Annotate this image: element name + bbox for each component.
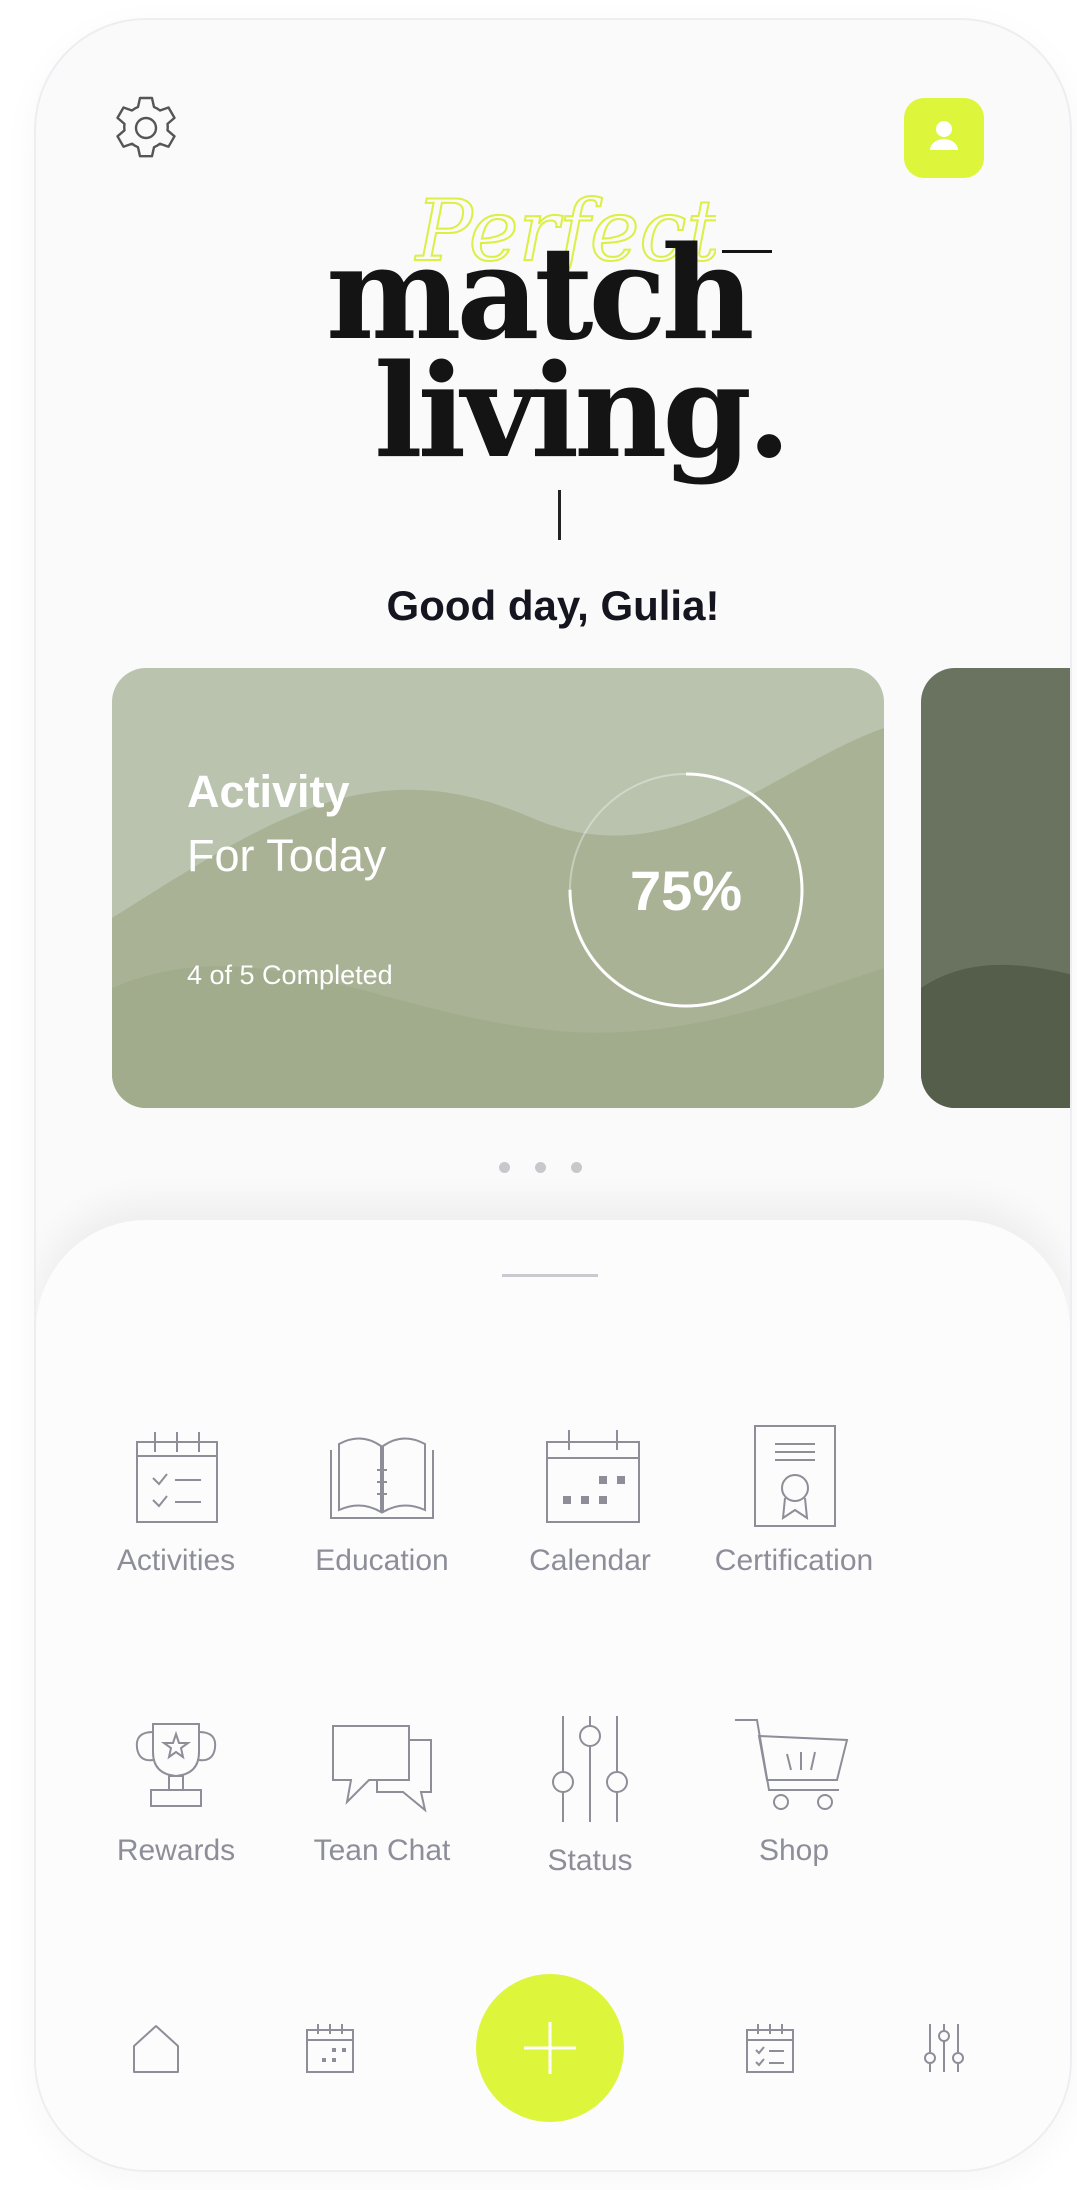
menu-label: Activities	[116, 1544, 236, 1577]
home-icon	[133, 2025, 179, 2073]
checklist-calendar-icon	[136, 1432, 218, 1523]
nav-settings[interactable]	[916, 2020, 972, 2080]
sliders-icon	[552, 1716, 628, 1822]
menu-calendar[interactable]: Calendar	[490, 1420, 690, 1578]
sheet-handle[interactable]	[502, 1274, 598, 1277]
menu-label: Status	[547, 1844, 633, 1877]
next-card[interactable]	[921, 668, 1070, 1108]
logo-divider	[558, 490, 561, 540]
logo-wordmark: match living.	[326, 219, 846, 487]
nav-home[interactable]	[128, 2020, 184, 2080]
cart-icon	[735, 1719, 849, 1810]
settings-button[interactable]	[110, 92, 182, 164]
book-icon	[330, 1437, 434, 1519]
nav-tasks[interactable]	[742, 2020, 798, 2080]
greeting-text: Good day, Gulia!	[386, 582, 720, 629]
sliders-icon	[924, 2024, 964, 2072]
menu-team-chat[interactable]: Tean Chat	[282, 1710, 482, 1868]
profile-button[interactable]	[904, 98, 984, 178]
menu-certification[interactable]: Certification	[694, 1420, 894, 1578]
checklist-icon	[746, 2024, 794, 2073]
menu-label: Shop	[758, 1834, 830, 1867]
activity-card[interactable]: Activity For Today 4 of 5 Completed 75%	[112, 668, 884, 1108]
nav-calendar[interactable]	[302, 2020, 358, 2080]
menu-label: Rewards	[116, 1834, 236, 1867]
menu-education[interactable]: Education	[282, 1420, 482, 1578]
carousel-indicator[interactable]	[499, 1158, 607, 1177]
menu-label: Tean Chat	[313, 1834, 451, 1867]
carousel-dot[interactable]	[535, 1162, 546, 1173]
calendar-icon	[306, 2024, 354, 2073]
trophy-icon	[135, 1723, 217, 1807]
menu-status[interactable]: Status	[490, 1710, 690, 1878]
add-button[interactable]	[476, 1974, 624, 2122]
chat-icon	[332, 1725, 432, 1813]
calendar-icon	[546, 1430, 640, 1523]
progress-percent: 75%	[629, 858, 743, 922]
card-status: 4 of 5 Completed	[187, 960, 393, 990]
logo-line-2: living.	[374, 337, 791, 487]
menu-label: Calendar	[529, 1544, 651, 1577]
user-icon	[930, 121, 958, 150]
logo-line-1: match	[326, 219, 755, 369]
menu-shop[interactable]: Shop	[694, 1710, 894, 1868]
certificate-icon	[754, 1425, 836, 1527]
carousel-dot[interactable]	[571, 1162, 582, 1173]
menu-label: Certification	[714, 1544, 874, 1577]
menu-label: Education	[315, 1544, 449, 1577]
card-subtitle: For Today	[187, 830, 387, 881]
menu-activities[interactable]: Activities	[76, 1420, 276, 1578]
gear-icon	[116, 96, 176, 158]
card-wave-background	[921, 964, 1070, 1108]
card-title: Activity	[187, 766, 350, 817]
phone-screen: Perfect match living. Good day, Gulia! A…	[36, 20, 1070, 2170]
menu-rewards[interactable]: Rewards	[76, 1710, 276, 1868]
plus-icon	[524, 2022, 576, 2074]
carousel-dot[interactable]	[499, 1162, 510, 1173]
